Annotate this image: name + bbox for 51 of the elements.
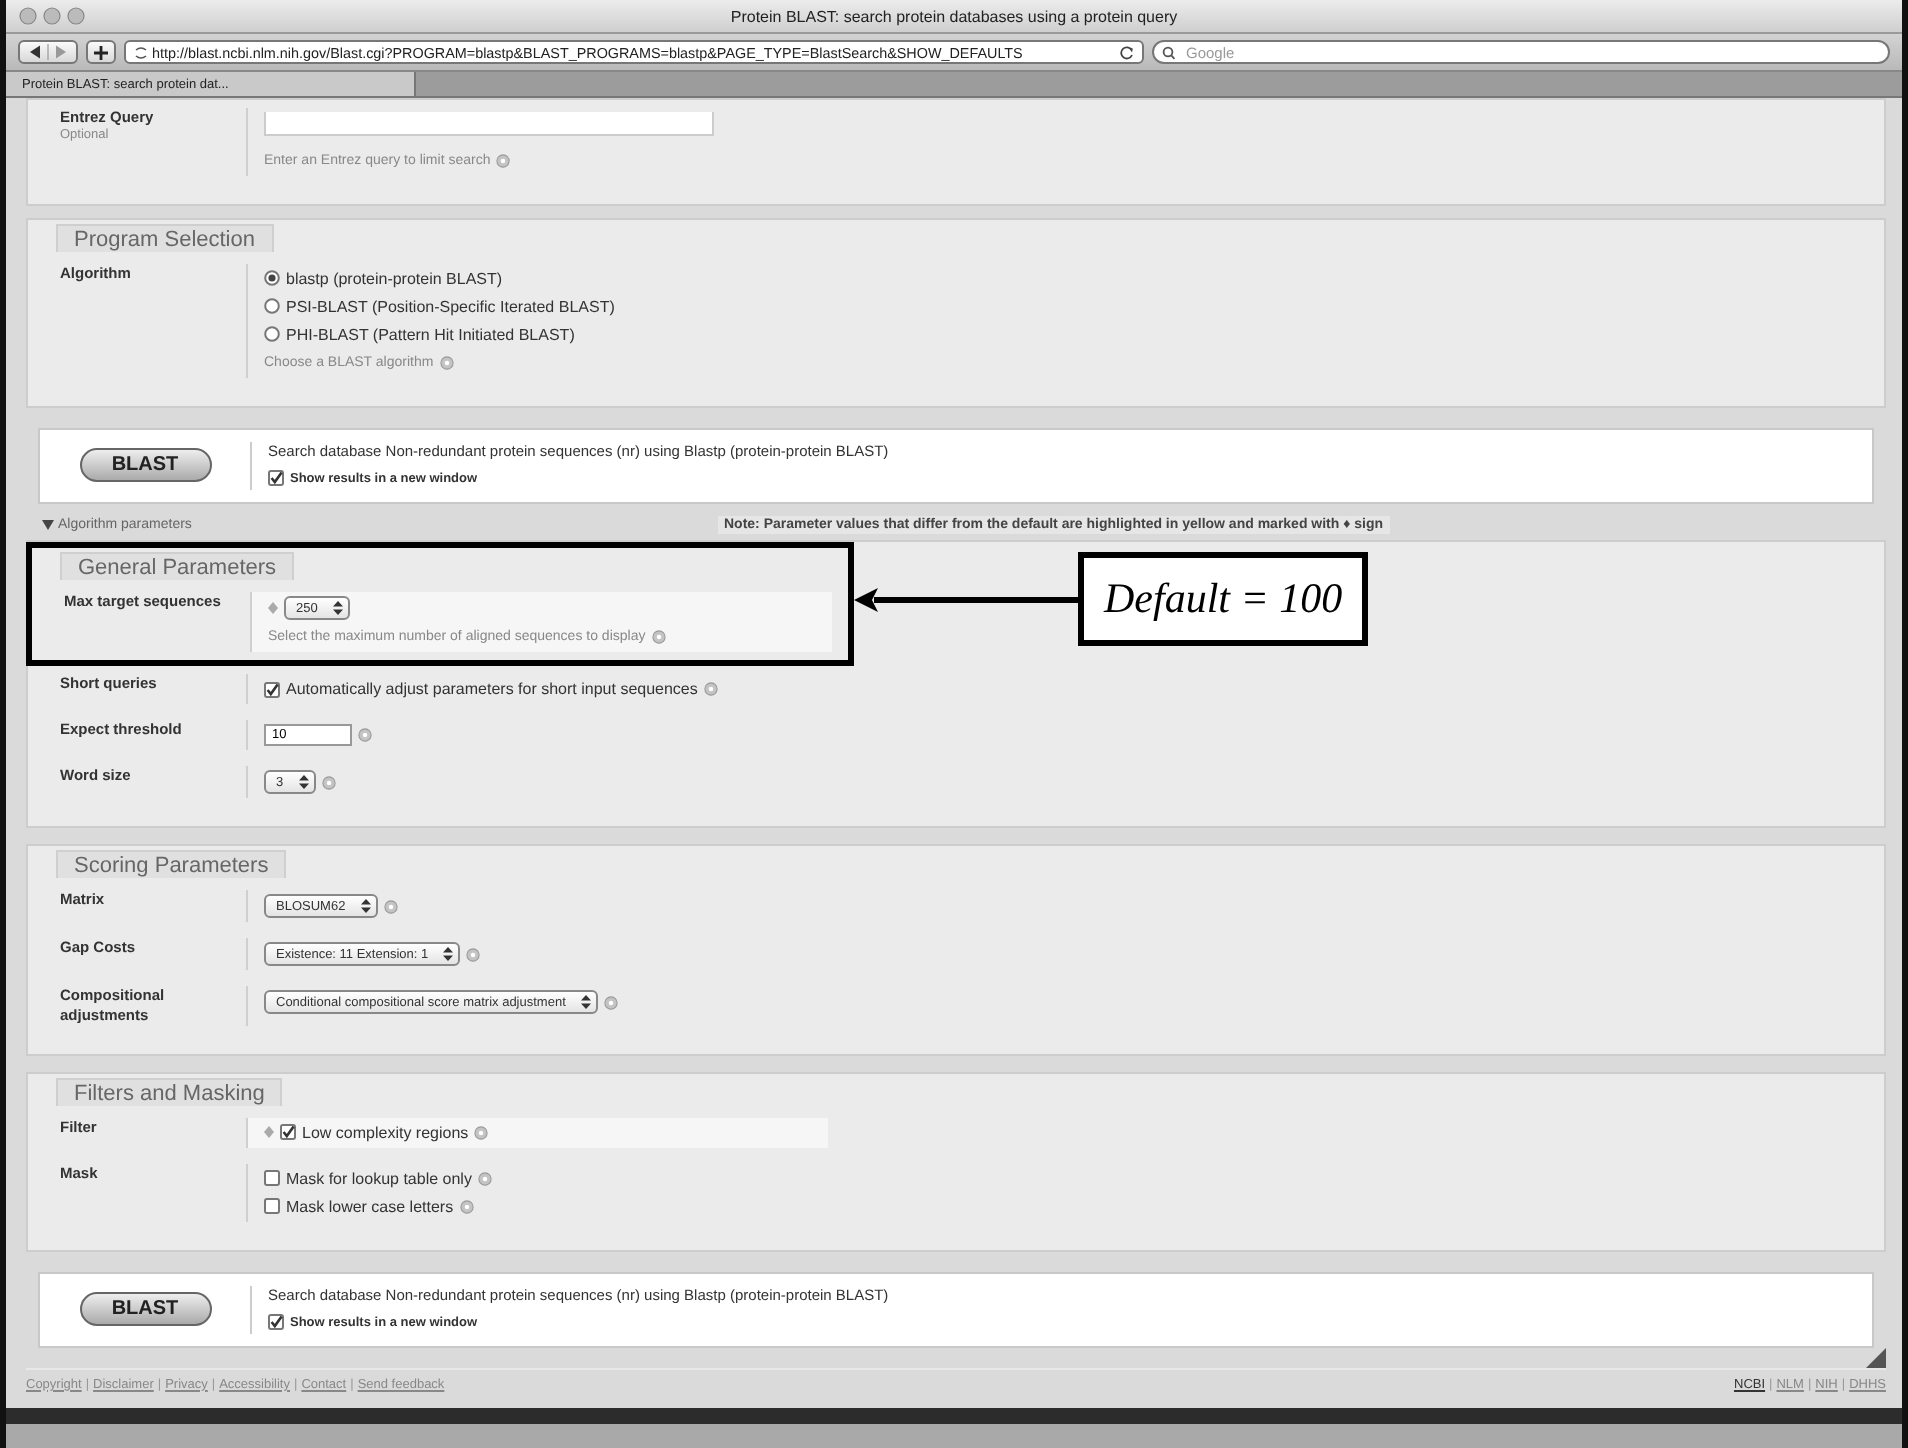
checkbox[interactable] — [268, 470, 284, 487]
help-icon[interactable] — [466, 947, 481, 962]
checkbox-label: Mask lower case letters — [286, 1197, 454, 1216]
checkbox-label: Automatically adjust parameters for short input sequences — [286, 680, 698, 699]
add-bookmark-button[interactable] — [86, 40, 116, 64]
help-icon[interactable] — [321, 775, 336, 790]
stepper-icon — [577, 994, 594, 1011]
search-icon — [1162, 45, 1178, 59]
checkbox[interactable] — [264, 1198, 280, 1215]
back-forward-icon — [26, 44, 70, 60]
input-field[interactable] — [264, 112, 714, 136]
radio-label: blastp (protein-protein BLAST) — [286, 269, 503, 288]
radio-label: PHI-BLAST (Pattern Hit Initiated BLAST) — [286, 325, 575, 344]
help-icon[interactable] — [496, 154, 511, 168]
checkbox[interactable] — [280, 1124, 296, 1141]
back-forward-button[interactable] — [18, 40, 78, 64]
radio-label: PSI-BLAST (Position-Specific Iterated BLAST) — [286, 297, 615, 316]
stepper-icon — [295, 774, 312, 791]
help-icon[interactable] — [603, 995, 618, 1010]
site-icon — [134, 45, 148, 59]
section-header: Filters and Masking — [56, 1077, 283, 1106]
resize-grip-icon[interactable] — [1866, 1347, 1886, 1368]
help-icon[interactable] — [474, 1125, 489, 1140]
changed-marker-icon — [268, 602, 278, 615]
checkbox[interactable] — [264, 1170, 280, 1187]
window-controls-icon[interactable] — [18, 6, 86, 26]
help-icon[interactable] — [703, 682, 718, 697]
changed-marker-icon — [264, 1126, 274, 1139]
help-icon[interactable] — [439, 355, 454, 370]
window-title: Protein BLAST: search protein databases using a protein query — [728, 7, 1180, 25]
annotation-label: Default = 100 — [1078, 552, 1369, 647]
radio-button[interactable] — [264, 326, 280, 343]
checkbox-label: Mask for lookup table only — [286, 1169, 472, 1188]
section-header: General Parameters — [60, 552, 295, 581]
checkbox[interactable] — [268, 1314, 284, 1331]
stepper-icon — [357, 898, 374, 915]
blast-button[interactable]: BLAST — [79, 1292, 211, 1327]
stepper-icon — [440, 946, 457, 963]
help-icon[interactable] — [358, 728, 372, 743]
section-header: Program Selection — [56, 223, 273, 252]
help-icon[interactable] — [651, 630, 666, 645]
plus-icon — [94, 45, 108, 59]
help-icon[interactable] — [383, 899, 398, 914]
checkbox-label: Low complexity regions — [302, 1123, 469, 1142]
checkbox[interactable] — [264, 681, 280, 698]
reload-icon[interactable] — [1120, 45, 1134, 59]
radio-button[interactable] — [264, 270, 280, 287]
blast-button[interactable]: BLAST — [79, 448, 211, 483]
section-header: Scoring Parameters — [56, 850, 287, 879]
stepper-icon — [329, 600, 346, 617]
radio-button[interactable] — [264, 298, 280, 315]
